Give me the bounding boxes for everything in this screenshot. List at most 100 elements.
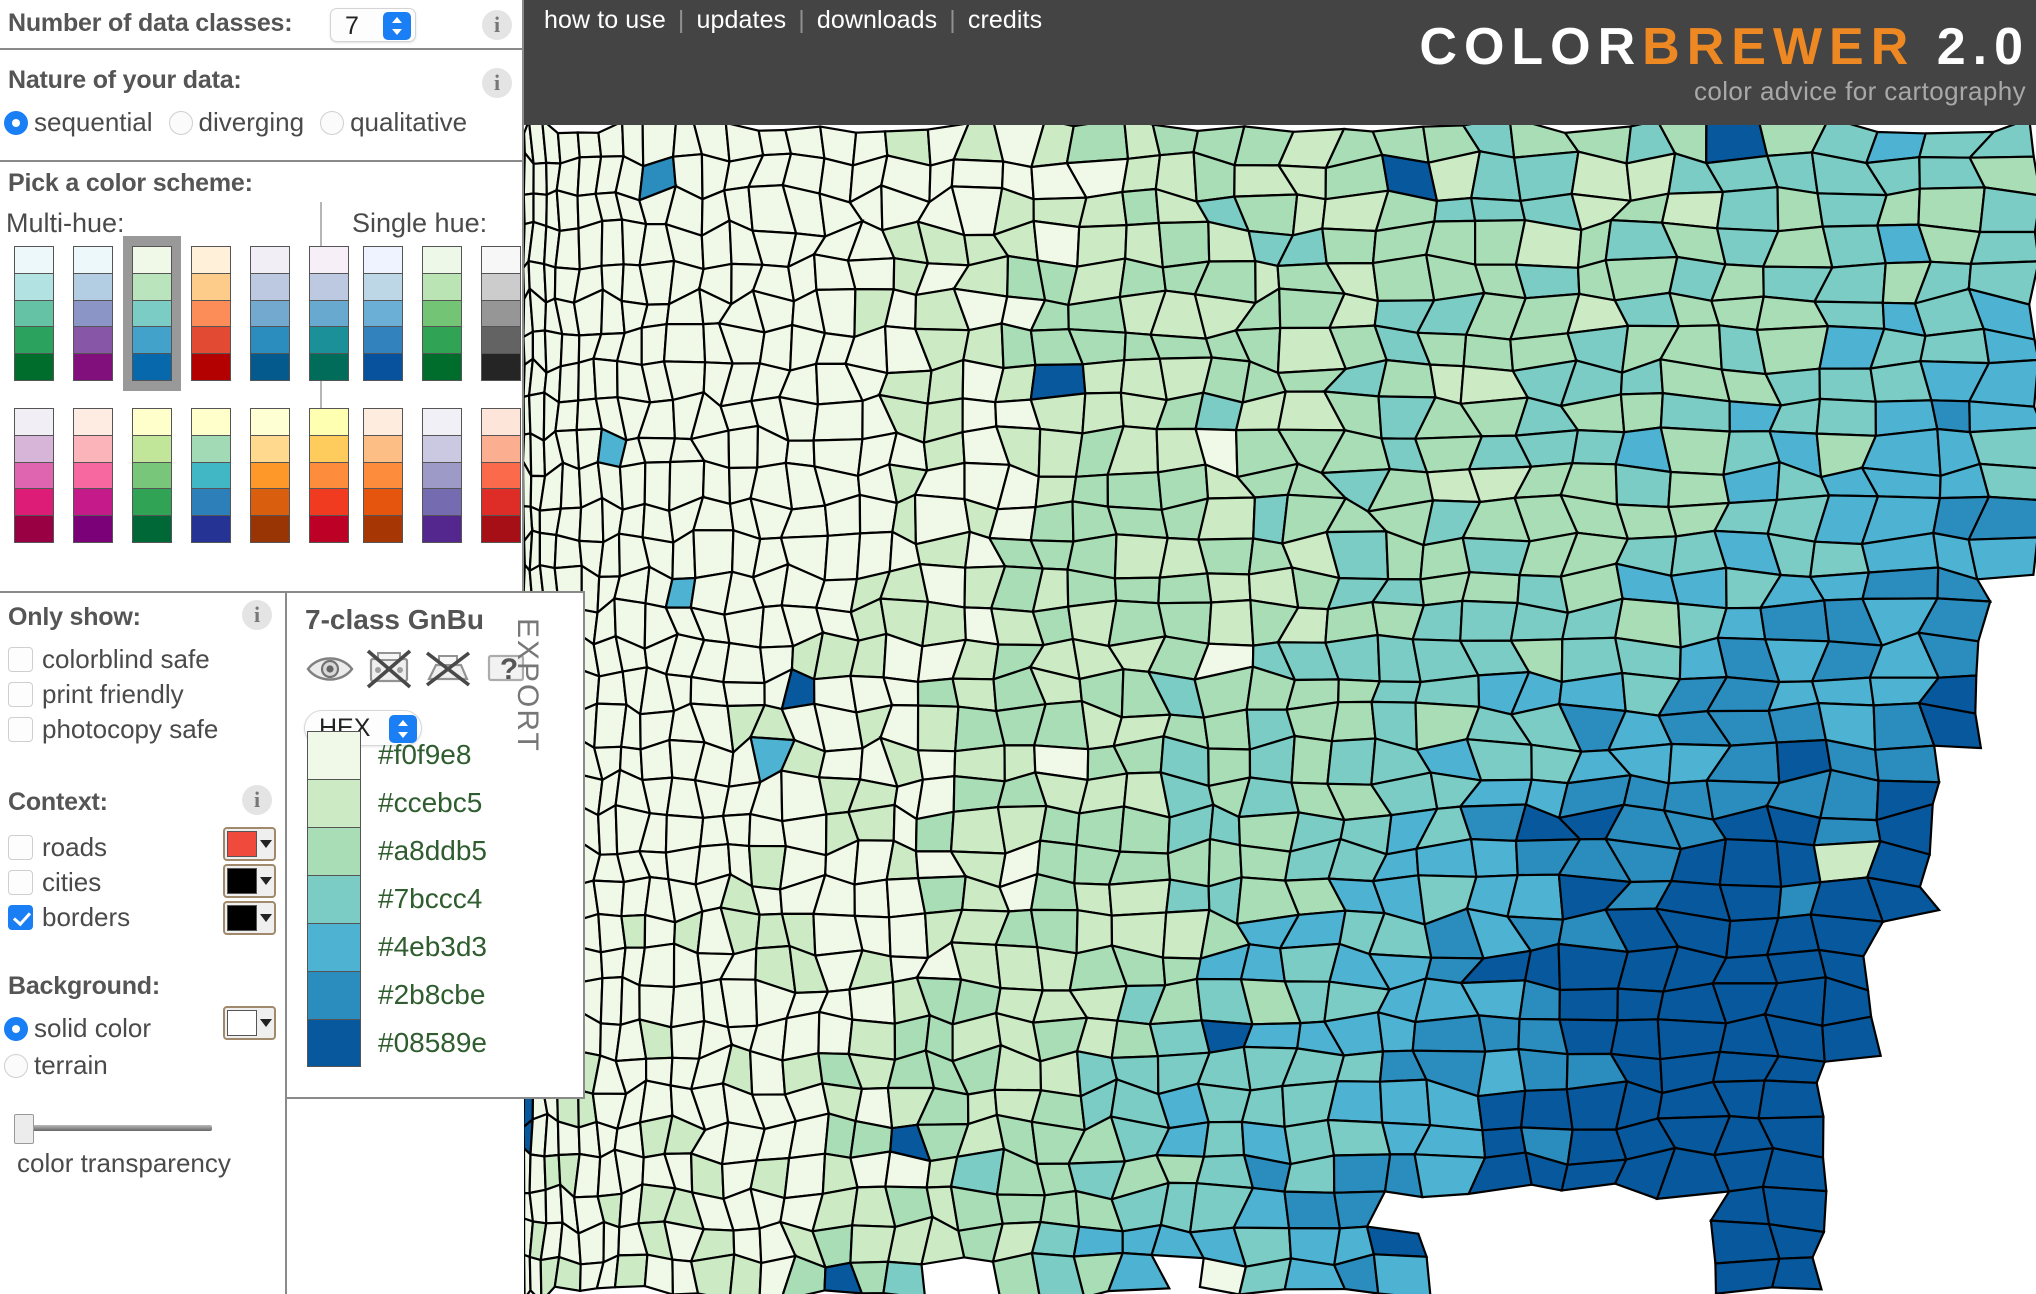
checkbox-icon[interactable] xyxy=(8,905,33,930)
county-polygon[interactable] xyxy=(1238,843,1292,882)
county-polygon[interactable] xyxy=(557,361,580,404)
county-polygon[interactable] xyxy=(1378,1078,1432,1127)
county-polygon[interactable] xyxy=(1121,187,1160,227)
county-polygon[interactable] xyxy=(1469,150,1522,203)
county-polygon[interactable] xyxy=(1072,1225,1124,1258)
scheme-property-icons[interactable]: ? xyxy=(305,647,541,691)
county-polygon[interactable] xyxy=(721,812,752,848)
scheme-swatch-pubugn[interactable] xyxy=(309,246,349,381)
scheme-swatch-orrd[interactable] xyxy=(191,246,231,381)
county-polygon[interactable] xyxy=(853,878,891,919)
county-polygon[interactable] xyxy=(729,1252,763,1294)
county-polygon[interactable] xyxy=(1120,153,1162,194)
county-polygon[interactable] xyxy=(524,192,535,226)
county-polygon[interactable] xyxy=(592,357,619,400)
county-polygon[interactable] xyxy=(1321,227,1378,265)
county-polygon[interactable] xyxy=(1770,1256,1823,1291)
county-polygons[interactable] xyxy=(524,125,2036,1294)
info-icon-data-nature[interactable]: i xyxy=(482,68,512,98)
data-nature-radio-group[interactable]: sequential diverging qualitative xyxy=(4,107,483,138)
county-polygon[interactable] xyxy=(1196,537,1255,576)
county-polygon[interactable] xyxy=(1148,1019,1211,1058)
county-polygon[interactable] xyxy=(1469,196,1527,223)
scheme-swatch-ylorbr[interactable] xyxy=(250,408,290,543)
county-polygon[interactable] xyxy=(532,192,548,228)
county-polygon[interactable] xyxy=(1873,744,1941,784)
swatch-bars[interactable] xyxy=(250,408,290,543)
county-polygon[interactable] xyxy=(994,943,1044,992)
swatch-bars[interactable] xyxy=(14,246,54,381)
county-polygon[interactable] xyxy=(1718,838,1783,888)
scheme-swatch-oranges[interactable] xyxy=(363,408,403,543)
checkbox-cities[interactable]: cities xyxy=(8,867,130,898)
county-polygon[interactable] xyxy=(1818,367,1877,403)
swatch-bars[interactable] xyxy=(309,246,349,381)
county-polygon[interactable] xyxy=(620,913,647,949)
eye-icon[interactable] xyxy=(305,647,355,691)
county-polygon[interactable] xyxy=(783,1152,827,1200)
context-checkbox-group[interactable]: roads cities borders xyxy=(8,832,130,937)
county-polygon[interactable] xyxy=(640,322,668,367)
scheme-swatch-rdpu[interactable] xyxy=(73,408,113,543)
county-polygon[interactable] xyxy=(1151,125,1200,157)
county-polygon[interactable] xyxy=(1075,805,1126,853)
checkbox-colorblind-safe[interactable]: colorblind safe xyxy=(8,644,218,675)
swatch-bars[interactable] xyxy=(191,408,231,543)
radio-dot-icon[interactable] xyxy=(4,1016,28,1041)
county-polygon[interactable] xyxy=(1767,701,1828,744)
swatch-bars[interactable] xyxy=(309,408,349,543)
county-polygon[interactable] xyxy=(1715,185,1780,233)
county-polygon[interactable] xyxy=(1371,253,1436,303)
county-polygon[interactable] xyxy=(641,502,675,544)
county-polygon[interactable] xyxy=(554,227,581,271)
hex-list-item[interactable]: #08589e xyxy=(307,1019,487,1067)
county-polygon[interactable] xyxy=(1667,470,1731,509)
checkbox-icon[interactable] xyxy=(8,647,33,672)
chevron-down-icon[interactable] xyxy=(260,914,272,922)
county-polygon[interactable] xyxy=(577,219,604,271)
county-polygon[interactable] xyxy=(1808,540,1871,579)
county-polygon[interactable] xyxy=(1514,218,1583,269)
radio-dot-icon[interactable] xyxy=(4,110,28,135)
county-polygon[interactable] xyxy=(529,431,547,478)
swatch-bars[interactable] xyxy=(422,408,462,543)
info-icon-context[interactable]: i xyxy=(242,785,272,815)
county-polygon[interactable] xyxy=(1714,1257,1781,1294)
county-polygon[interactable] xyxy=(1237,776,1301,819)
county-polygon[interactable] xyxy=(532,161,548,197)
background-color-picker[interactable] xyxy=(223,1006,276,1040)
radio-dot-icon[interactable] xyxy=(168,110,193,135)
county-polygon[interactable] xyxy=(555,188,580,233)
county-polygon[interactable] xyxy=(600,218,625,267)
county-polygon[interactable] xyxy=(1077,190,1128,229)
single-hue-swatch-row-2[interactable] xyxy=(363,408,521,543)
scheme-swatch-purd[interactable] xyxy=(14,408,54,543)
county-polygon[interactable] xyxy=(1411,1014,1487,1053)
county-polygon[interactable] xyxy=(1614,463,1672,509)
county-polygon[interactable] xyxy=(643,1253,674,1294)
county-polygon[interactable] xyxy=(1619,391,1664,434)
multi-hue-swatch-row-2[interactable] xyxy=(14,408,349,543)
county-polygon[interactable] xyxy=(689,1253,736,1294)
county-polygon[interactable] xyxy=(1113,533,1170,580)
scheme-swatch-bugn[interactable] xyxy=(14,246,54,381)
county-polygon[interactable] xyxy=(1776,185,1825,233)
map-canvas[interactable] xyxy=(524,125,2036,1294)
radio-dot-icon[interactable] xyxy=(4,1053,28,1078)
swatch-bars[interactable] xyxy=(363,246,403,381)
county-polygon[interactable] xyxy=(1107,878,1172,917)
county-polygon[interactable] xyxy=(723,605,765,649)
county-polygon[interactable] xyxy=(987,505,1037,542)
county-polygon[interactable] xyxy=(1148,333,1214,360)
county-polygon[interactable] xyxy=(1460,571,1521,605)
county-polygon[interactable] xyxy=(846,257,896,291)
info-icon-data-classes[interactable]: i xyxy=(482,10,512,40)
county-polygon[interactable] xyxy=(1081,358,1126,395)
county-polygon[interactable] xyxy=(1037,427,1084,478)
county-polygon[interactable] xyxy=(1558,987,1620,1022)
scheme-swatch-greens[interactable] xyxy=(422,246,462,381)
county-polygon[interactable] xyxy=(643,460,672,513)
hex-list-item[interactable]: #7bccc4 xyxy=(307,875,487,923)
county-polygon[interactable] xyxy=(847,1018,897,1061)
county-polygon[interactable] xyxy=(554,399,580,433)
